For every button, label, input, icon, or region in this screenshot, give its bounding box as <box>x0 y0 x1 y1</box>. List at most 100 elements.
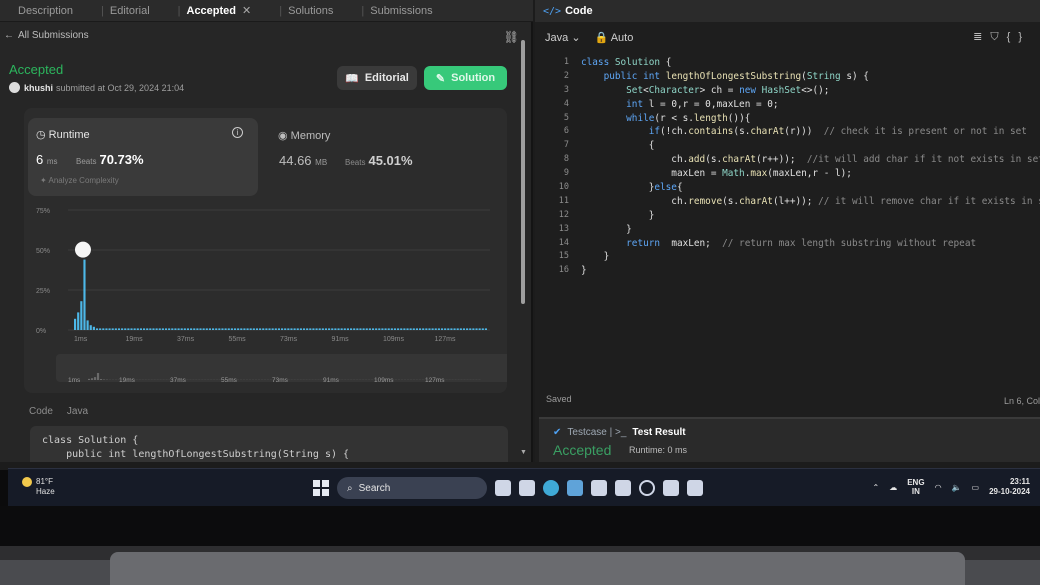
tab-submissions[interactable]: Submissions <box>370 5 432 17</box>
code-line: 11 ch.remove(s.charAt(l++)); // it will … <box>535 195 1040 209</box>
chart-bar <box>371 328 375 330</box>
line-content: ch.add(s.charAt(r++)); //it will add cha… <box>581 154 1040 166</box>
range-tick-label: 127ms <box>425 377 445 384</box>
chart-bar <box>102 328 105 330</box>
tab-solutions[interactable]: Solutions <box>288 5 333 17</box>
chart-bar <box>462 328 466 330</box>
windows-start-icon[interactable] <box>313 480 329 496</box>
line-number: 11 <box>558 195 569 206</box>
chart-bar <box>177 328 180 330</box>
tab-description[interactable]: Description <box>18 5 73 17</box>
runtime-distribution-chart[interactable]: 75% 50% 25% 0% 1ms 19ms 37ms 55ms 73ms 91ms 109ms 1… <box>24 196 507 396</box>
username[interactable]: khushi <box>24 83 53 93</box>
memory-beats-value: 45.01% <box>368 153 413 168</box>
range-tick-label: 73ms <box>272 377 289 384</box>
code-editor-panel: </> Code Java ⌄ 🔒 Auto ≣⛉{} 1 class Soluti… <box>535 0 1040 462</box>
solution-button-label: Solution <box>451 72 496 84</box>
battery-icon[interactable]: ▭ <box>972 483 980 492</box>
editorial-button-label: Editorial <box>364 72 409 84</box>
chart-bar <box>215 328 218 330</box>
scroll-down-icon[interactable]: ▼ <box>520 449 527 456</box>
range-bar <box>99 379 103 380</box>
analyze-complexity[interactable]: ✦ Analyze Complexity <box>40 176 119 185</box>
chart-bar <box>434 328 437 330</box>
range-tick-label: 91ms <box>323 377 340 384</box>
share-link-icon[interactable]: ⛓ <box>504 30 519 44</box>
code-line: 15 } <box>535 250 1040 264</box>
back-link[interactable]: ← All Submissions <box>4 30 93 41</box>
x-tick-label: 19ms <box>126 336 144 343</box>
line-number: 1 <box>563 57 569 67</box>
task-view-icon[interactable] <box>495 480 511 496</box>
cloud-icon[interactable]: ☁ <box>889 483 897 492</box>
chart-bar <box>324 328 328 330</box>
tab-test-result[interactable]: Test Result <box>632 427 685 438</box>
chart-bar <box>362 328 365 330</box>
cortana-icon[interactable] <box>639 480 655 496</box>
chart-bar <box>447 328 450 330</box>
chart-bar <box>271 328 274 330</box>
chart-bar <box>146 328 149 330</box>
language-select[interactable]: Java ⌄ <box>545 31 581 44</box>
sun-icon <box>22 477 32 487</box>
clock[interactable]: 23:11 29-10-2024 <box>989 477 1030 497</box>
braces-icon[interactable]: {} <box>1007 31 1030 43</box>
app-icon[interactable] <box>615 480 631 496</box>
chart-bar <box>356 328 359 330</box>
left-scrollbar[interactable]: ▼ <box>520 26 527 456</box>
memory-label[interactable]: ◉ Memory <box>278 129 330 142</box>
tab-accepted[interactable]: Accepted ✕ <box>187 4 252 17</box>
tab-testcase[interactable]: Testcase <box>567 427 606 438</box>
info-icon[interactable]: i <box>232 127 243 138</box>
code-line: 5 while(r < s.length()){ <box>535 112 1040 126</box>
widgets-icon[interactable] <box>519 480 535 496</box>
chart-bar <box>343 328 346 330</box>
memory-number: 44.66 <box>279 153 312 168</box>
format-icon[interactable]: ≣ <box>973 31 990 43</box>
analyze-label: Analyze Complexity <box>48 176 119 185</box>
app-icon[interactable] <box>567 480 583 496</box>
x-tick-label: 1ms <box>74 336 88 343</box>
language-indicator[interactable]: ENG IN <box>907 478 924 496</box>
wifi-icon[interactable]: ◠ <box>935 483 942 492</box>
chart-bar <box>315 328 318 330</box>
problem-tabs: Description | Editorial | Accepted ✕ | So… <box>0 0 533 22</box>
edge-browser-icon[interactable] <box>543 480 559 496</box>
chart-bar <box>375 328 378 330</box>
close-icon[interactable]: ✕ <box>242 5 251 17</box>
store-icon[interactable] <box>591 480 607 496</box>
system-tray: ⌃ ☁ ENG IN ◠ 🔈 ▭ 23:11 29-10-2024 <box>873 475 1040 499</box>
scrollbar-thumb[interactable] <box>521 40 525 304</box>
bookmark-icon[interactable]: ⛉ <box>990 31 1006 43</box>
check-icon: ✔ <box>553 427 562 438</box>
file-explorer-icon[interactable] <box>663 480 679 496</box>
tab-editorial[interactable]: Editorial <box>110 5 150 17</box>
line-content: Set<Character> ch = new HashSet<>(); <box>626 84 830 96</box>
code-line: 2 public int lengthOfLongestSubstring(St… <box>535 70 1040 84</box>
chart-bar <box>246 328 249 330</box>
avatar[interactable] <box>9 82 20 93</box>
chart-bar <box>321 328 324 330</box>
memory-unit: MB <box>315 158 328 167</box>
chart-bar <box>186 328 190 330</box>
code-line: 16} <box>535 264 1040 278</box>
chart-bar <box>428 328 431 330</box>
taskbar-search[interactable]: ⌕ Search <box>337 477 487 499</box>
weather-temp: 81°F <box>36 477 53 486</box>
code-editor[interactable]: 1 class Solution {2 public int lengthOfLo… <box>535 56 1040 286</box>
weather-widget[interactable]: 81°F Haze <box>22 477 55 497</box>
chart-bar <box>393 328 397 330</box>
runtime-number: 6 <box>36 152 44 167</box>
code-line: 1 class Solution { <box>535 56 1040 70</box>
volume-icon[interactable]: 🔈 <box>952 483 962 492</box>
code-line: public int lengthOfLongestSubstring(Stri… <box>42 449 350 460</box>
app-icon[interactable] <box>687 480 703 496</box>
chevron-up-icon[interactable]: ⌃ <box>873 483 880 492</box>
editorial-button[interactable]: 📖 Editorial <box>337 66 417 90</box>
clock-icon: ◷ <box>36 129 46 141</box>
solution-button[interactable]: ✎ Solution <box>424 66 507 90</box>
chart-bar <box>202 328 205 330</box>
mode-indicator[interactable]: 🔒 Auto <box>595 31 634 44</box>
chart-bar <box>378 328 381 330</box>
chart-bar <box>453 328 456 330</box>
